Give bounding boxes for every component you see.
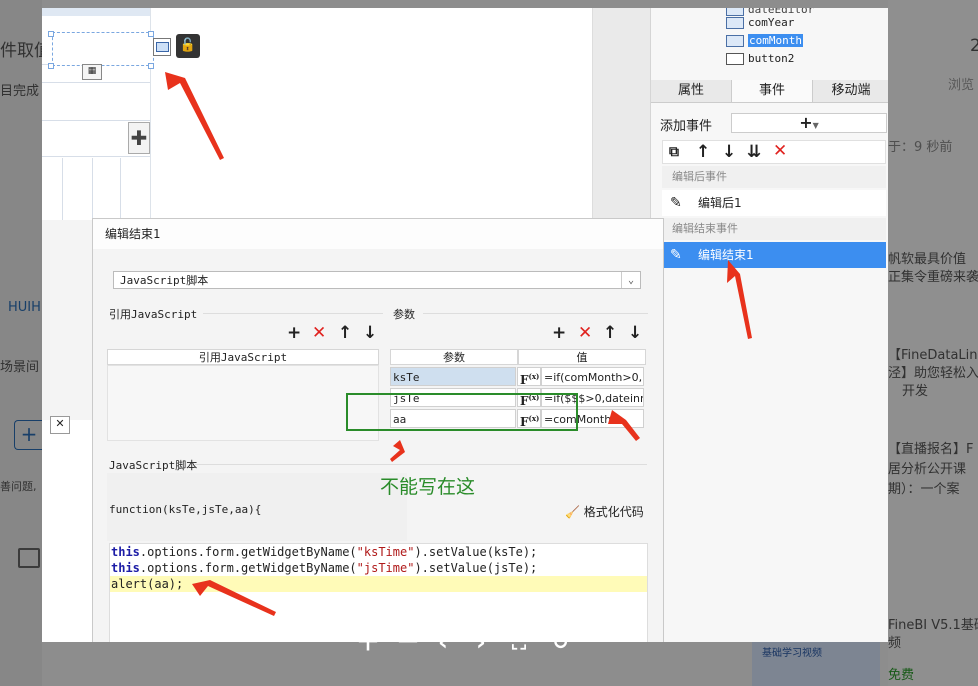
zoom-in-icon[interactable]: ＋ <box>356 630 380 654</box>
next-icon[interactable]: › <box>476 630 486 654</box>
annotation-arrows <box>165 72 752 616</box>
arrow-pointer <box>192 580 276 616</box>
zoom-out-icon[interactable]: － <box>396 630 420 654</box>
arrow-pointer <box>165 72 224 160</box>
fit-screen-icon[interactable]: ⛶ <box>512 630 526 654</box>
previous-icon[interactable]: ‹ <box>438 630 448 654</box>
arrow-pointer <box>390 440 405 462</box>
arrow-pointer <box>727 260 752 339</box>
rotate-icon[interactable]: ↻ <box>552 630 569 654</box>
arrow-pointer <box>608 410 640 441</box>
